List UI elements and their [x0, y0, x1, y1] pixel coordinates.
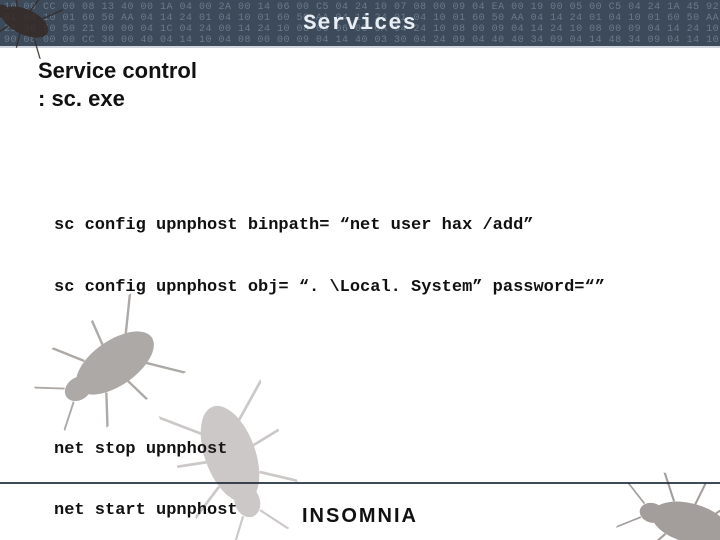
- subtitle-line-1: Service control: [38, 58, 690, 84]
- footer-divider: [0, 482, 720, 484]
- code-line: net stop upnphost: [54, 440, 690, 460]
- footer-brand: INSOMNIA: [0, 505, 720, 528]
- slide-title: Services: [303, 11, 417, 36]
- title-underline: [0, 46, 720, 48]
- code-line: sc config upnphost binpath= “net user ha…: [54, 216, 690, 236]
- brand-text: INSOMNIA: [302, 505, 418, 527]
- subtitle: Service control : sc. exe: [38, 58, 690, 113]
- code-block: sc config upnphost binpath= “net user ha…: [54, 135, 690, 540]
- code-line: sc config upnphost obj= “. \Local. Syste…: [54, 278, 690, 298]
- code-group-1: sc config upnphost binpath= “net user ha…: [54, 176, 690, 339]
- title-bar: 10 00 CC 00 08 13 40 00 1A 04 00 2A 00 1…: [0, 0, 720, 46]
- slide: 10 00 CC 00 08 13 40 00 1A 04 00 2A 00 1…: [0, 0, 720, 540]
- content-area: Service control : sc. exe sc config upnp…: [38, 58, 690, 540]
- subtitle-line-2: : sc. exe: [38, 86, 690, 112]
